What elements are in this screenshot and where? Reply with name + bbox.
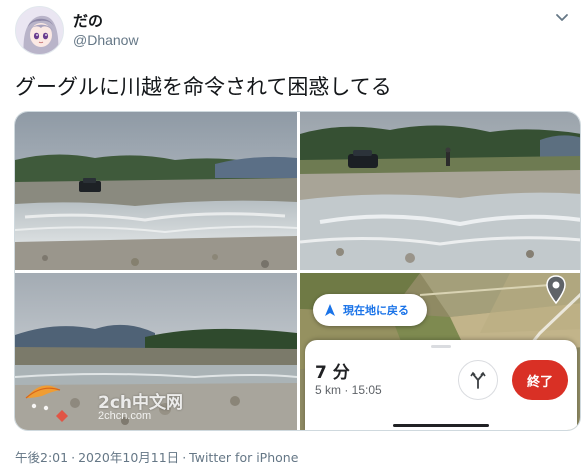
photo-river-crossing[interactable] xyxy=(15,112,297,270)
navigation-arrow-icon xyxy=(323,303,337,317)
avatar[interactable] xyxy=(15,6,64,55)
tweet-time[interactable]: 午後2:01 xyxy=(15,450,68,465)
eta-duration: 7 分 xyxy=(315,363,350,383)
watermark-site-url: 2chcn.com xyxy=(98,410,152,422)
home-indicator xyxy=(393,424,489,427)
location-pin-icon xyxy=(545,275,567,305)
navigation-card: 7 分 5 km · 15:05 終了 xyxy=(305,340,577,430)
photo-car-in-riverbed[interactable] xyxy=(300,112,580,270)
user-handle[interactable]: @Dhanow xyxy=(73,32,139,48)
site-watermark: 2ch中文网 2chcn.com xyxy=(20,376,210,432)
end-navigation-button[interactable]: 終了 xyxy=(512,360,568,400)
display-name[interactable]: だの xyxy=(73,10,103,31)
route-fork-icon xyxy=(468,370,488,390)
tweet-header: だの @Dhanow xyxy=(15,6,571,56)
sheet-grabber[interactable] xyxy=(431,345,451,348)
tweet-text: グーグルに川越を命令されて困惑してる xyxy=(15,75,392,99)
recenter-label: 現在地に戻る xyxy=(343,304,409,317)
meta-separator: · xyxy=(71,450,76,465)
tweet-source[interactable]: Twitter for iPhone xyxy=(189,450,298,465)
recenter-button[interactable]: 現在地に戻る xyxy=(313,294,427,326)
chevron-down-icon[interactable] xyxy=(553,10,571,24)
meta-separator: · xyxy=(182,450,187,465)
map-overlay: 現在地に戻る 7 分 5 km · 15:05 終了 xyxy=(300,273,580,430)
eta-distance-arrival: 5 km · 15:05 xyxy=(315,383,382,397)
alternate-routes-button[interactable] xyxy=(458,360,498,400)
tweet-date[interactable]: 2020年10月11日 xyxy=(78,450,179,465)
photo-navigation-screenshot[interactable]: 現在地に戻る 7 分 5 km · 15:05 終了 xyxy=(300,273,580,430)
tweet-meta: 午後2:01 · 2020年10月11日 · Twitter for iPhone xyxy=(15,447,298,466)
